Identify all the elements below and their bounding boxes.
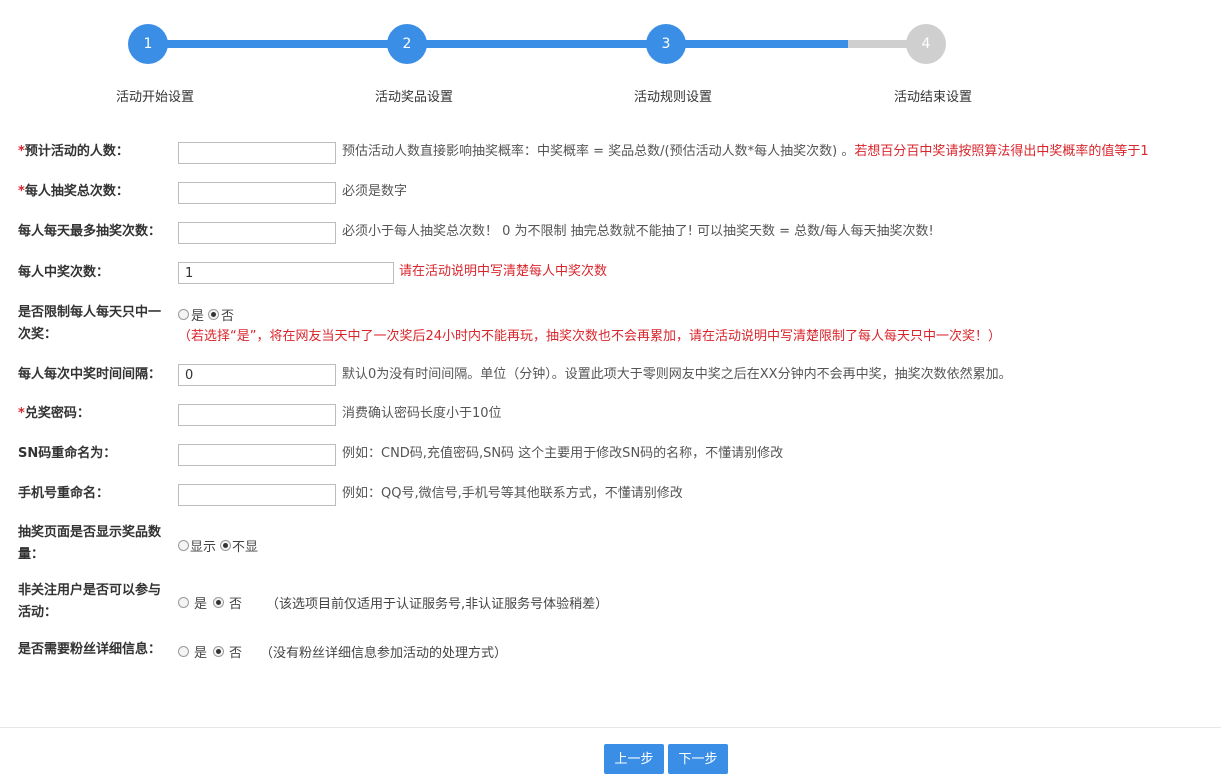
non-follower-yes-radio[interactable] (178, 597, 189, 608)
win-count-hint: 请在活动说明中写清楚每人中奖次数 (399, 264, 608, 279)
fan-info-label: 是否需要粉丝详细信息： (18, 642, 162, 657)
show-count-radios: 显示 不显 (178, 536, 258, 555)
daily-limit-note: （若选择“是”，将在网友当天中了一次奖后24小时内不能再玩，抽奖次数也不会再累加… (178, 329, 1002, 344)
participants-hint-text: 预估活动人数直接影响抽奖概率：中奖概率 = 奖品总数/(预估活动人数*每人抽奖次… (342, 144, 855, 159)
required-mark: * (18, 406, 25, 421)
show-count-hide-radio[interactable] (220, 540, 232, 551)
show-count-show-radio[interactable] (178, 540, 189, 551)
step-4-label: 活动结束设置 (893, 90, 972, 105)
fan-info-no-radio[interactable] (213, 646, 225, 657)
interval-hint: 默认0为没有时间间隔。单位（分钟）。设置此项大于零则网友中奖之后在XX分钟内不会… (342, 367, 1012, 382)
footer-divider (0, 727, 1221, 728)
redeem-pwd-hint: 消费确认密码长度小于10位 (342, 406, 502, 421)
participants-label-text: 预计活动的人数： (24, 144, 129, 159)
daily-limit-label-line2: 次奖： (18, 327, 58, 342)
daily-limit-yes-radio[interactable] (178, 309, 189, 320)
required-mark: * (18, 144, 25, 159)
fan-info-radios: 是 否 （没有粉丝详细信息参加活动的处理方式） (178, 642, 507, 661)
fan-info-note: （没有粉丝详细信息参加活动的处理方式） (260, 646, 508, 661)
step-2-circle[interactable]: 2 (387, 24, 427, 64)
show-count-hide-label: 不显 (232, 540, 259, 555)
non-follower-label-line1: 非关注用户是否可以参与 (18, 583, 162, 598)
total-draws-hint: 必须是数字 (342, 184, 408, 199)
prev-step-button[interactable]: 上一步 (604, 744, 664, 774)
step-3-circle[interactable]: 3 (646, 24, 686, 64)
step-1-label: 活动开始设置 (115, 90, 194, 105)
non-follower-yes-label: 是 (194, 597, 208, 612)
daily-limit-label-line1: 是否限制每人每天只中一 (18, 305, 162, 320)
show-count-label-line2: 量： (18, 547, 45, 562)
daily-max-hint: 必须小于每人抽奖总次数！ 0 为不限制 抽完总数就不能抽了! 可以抽奖天数 = … (342, 224, 934, 239)
sn-rename-input[interactable] (178, 444, 336, 466)
non-follower-radios: 是 否 （该选项目前仅适用于认证服务号,非认证服务号体验稍差） (178, 593, 608, 612)
sn-rename-hint: 例如：CND码,充值密码,SN码 这个主要用于修改SN码的名称，不懂请别修改 (342, 446, 784, 461)
non-follower-no-radio[interactable] (213, 597, 225, 608)
daily-limit-no-radio[interactable] (208, 309, 220, 320)
daily-max-input[interactable] (178, 222, 336, 244)
total-draws-input[interactable] (178, 182, 336, 204)
redeem-pwd-label: *兑奖密码： (18, 403, 176, 425)
participants-hint: 预估活动人数直接影响抽奖概率：中奖概率 = 奖品总数/(预估活动人数*每人抽奖次… (342, 141, 1149, 163)
total-draws-label-text: 每人抽奖总次数： (24, 184, 129, 199)
step-3-label: 活动规则设置 (633, 90, 712, 105)
daily-limit-radios: 是 否 (178, 305, 234, 324)
total-draws-label: *每人抽奖总次数： (18, 181, 176, 203)
phone-rename-hint: 例如：QQ号,微信号,手机号等其他联系方式，不懂请别修改 (342, 486, 683, 501)
participants-hint-warning: 若想百分百中奖请按照算法得出中奖概率的值等于1 (854, 144, 1149, 159)
fan-info-yes-label: 是 (194, 646, 208, 661)
daily-limit-label: 是否限制每人每天只中一 次奖： (18, 302, 176, 346)
progress-track-completed (148, 40, 848, 48)
fan-info-yes-radio[interactable] (178, 646, 189, 657)
win-count-input[interactable] (178, 262, 394, 284)
next-step-button[interactable]: 下一步 (668, 744, 728, 774)
non-follower-label-line2: 活动： (18, 605, 58, 620)
fan-info-no-label: 否 (229, 646, 243, 661)
show-count-label: 抽奖页面是否显示奖品数 量： (18, 522, 176, 566)
participants-input[interactable] (178, 142, 336, 164)
daily-limit-no-label: 否 (221, 309, 235, 324)
required-mark: * (18, 184, 25, 199)
step-2-label: 活动奖品设置 (374, 90, 453, 105)
step-1-circle[interactable]: 1 (128, 24, 168, 64)
win-count-label: 每人中奖次数： (18, 265, 110, 280)
show-count-label-line1: 抽奖页面是否显示奖品数 (18, 525, 162, 540)
participants-label: *预计活动的人数： (18, 141, 176, 163)
sn-rename-label: SN码重命名为： (18, 446, 117, 461)
phone-rename-label: 手机号重命名： (18, 486, 110, 501)
interval-label: 每人每次中奖时间间隔： (18, 367, 162, 382)
show-count-show-label: 显示 (190, 540, 217, 555)
non-follower-no-label: 否 (229, 597, 243, 612)
redeem-pwd-label-text: 兑奖密码： (24, 406, 90, 421)
non-follower-label: 非关注用户是否可以参与 活动： (18, 580, 176, 624)
daily-limit-yes-label: 是 (191, 309, 205, 324)
redeem-pwd-input[interactable] (178, 404, 336, 426)
phone-rename-input[interactable] (178, 484, 336, 506)
non-follower-note: （该选项目前仅适用于认证服务号,非认证服务号体验稍差） (266, 597, 609, 612)
daily-max-label: 每人每天最多抽奖次数： (18, 224, 162, 239)
step-4-circle[interactable]: 4 (906, 24, 946, 64)
interval-input[interactable] (178, 364, 336, 386)
